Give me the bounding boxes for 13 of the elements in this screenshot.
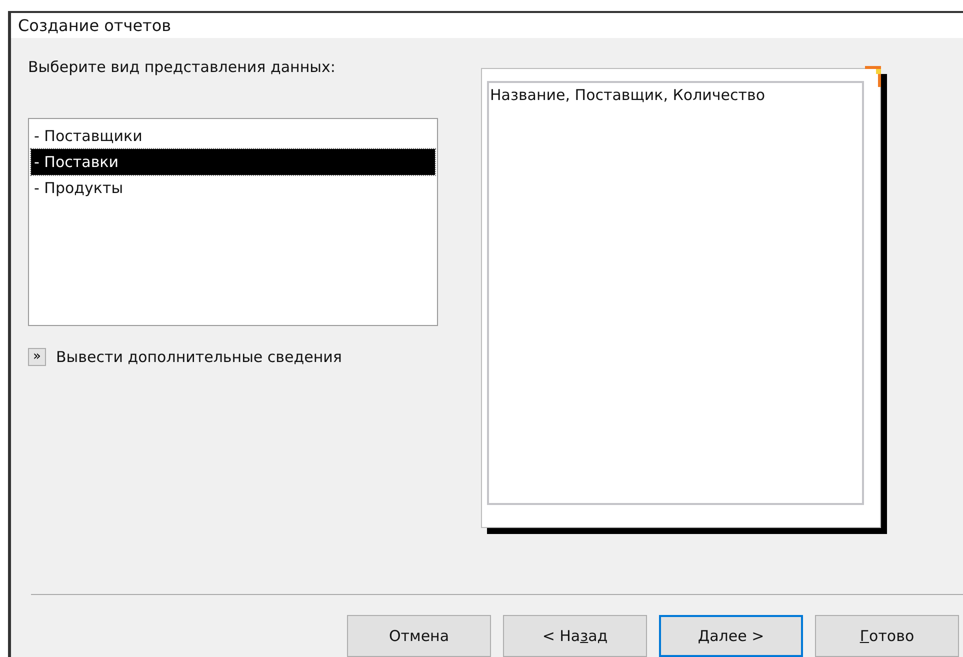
list-item[interactable]: - Поставки xyxy=(31,149,435,175)
dialog-button[interactable]: Готово xyxy=(815,615,959,657)
corner-icon xyxy=(865,65,881,87)
expand-button[interactable]: » xyxy=(28,348,46,366)
details-label: Вывести дополнительные сведения xyxy=(56,348,342,366)
prompt-label: Выберите вид представления данных: xyxy=(28,58,336,78)
window-title: Создание отчетов xyxy=(18,16,172,35)
preview-text: Название, Поставщик, Количество xyxy=(490,86,766,104)
list-item[interactable]: - Поставщики xyxy=(31,123,435,149)
list-item[interactable]: - Продукты xyxy=(31,175,435,201)
dialog-button[interactable]: < Назад xyxy=(503,615,647,657)
dialog-button[interactable]: Далее > xyxy=(659,615,803,657)
dialog-button[interactable]: Отмена xyxy=(347,615,491,657)
